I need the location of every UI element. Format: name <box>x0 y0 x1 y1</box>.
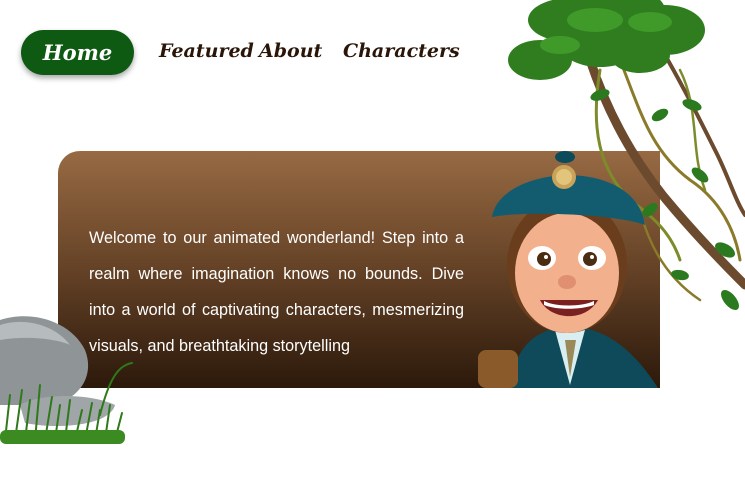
nav-about-link[interactable]: About <box>259 40 322 62</box>
rock-with-grass-image <box>0 316 133 444</box>
nav-characters-link[interactable]: Characters <box>343 40 460 62</box>
hero-welcome-text: Welcome to our animated wonderland! Step… <box>89 229 464 356</box>
nav-home-button[interactable]: Home <box>21 30 134 75</box>
cartoon-boy-image <box>478 151 658 388</box>
nav-featured-link[interactable]: Featured <box>159 40 254 62</box>
